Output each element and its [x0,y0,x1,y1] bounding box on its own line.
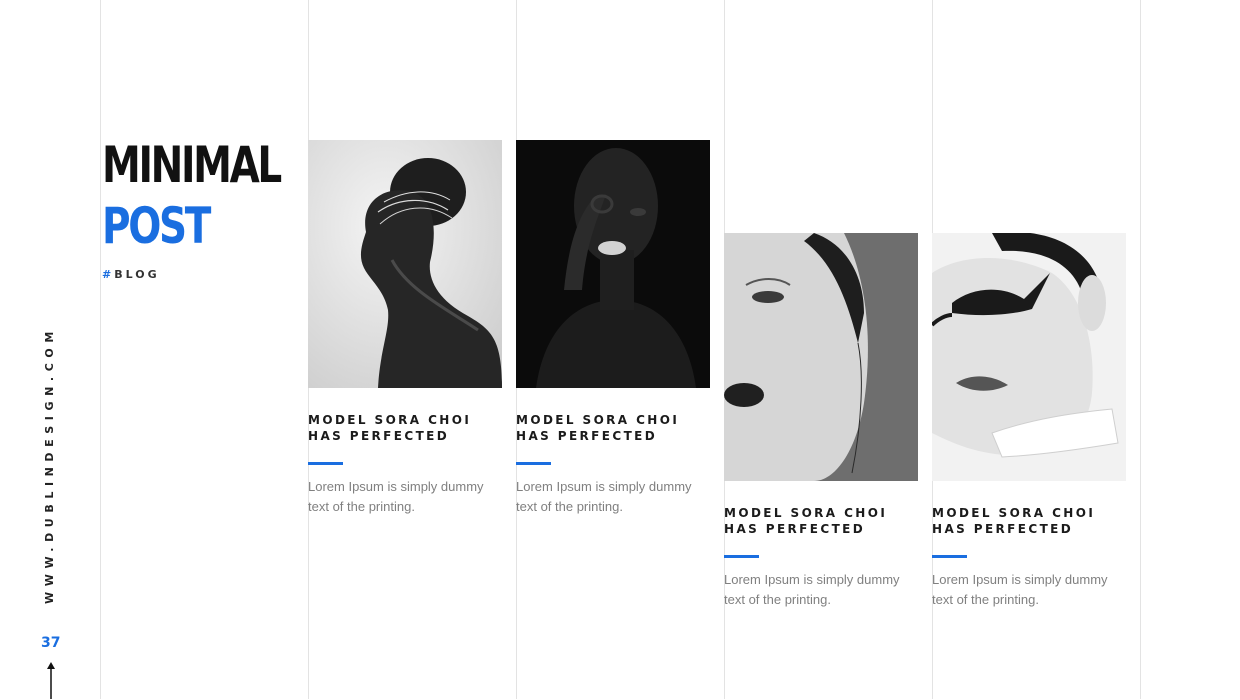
post-excerpt: Lorem Ipsum is simply dummy text of the … [724,572,900,607]
model-closeup-photo[interactable] [724,233,918,481]
post-card[interactable]: MODEL SORA CHOI HAS PERFECTED Lorem Ipsu… [932,233,1126,610]
website-url[interactable]: WWW.DUBLINDESIGN.COM [43,326,56,604]
model-profile-photo[interactable] [308,140,502,388]
post-excerpt: Lorem Ipsum is simply dummy text of the … [516,479,692,514]
post-excerpt: Lorem Ipsum is simply dummy text of the … [932,572,1108,607]
post-excerpt: Lorem Ipsum is simply dummy text of the … [308,479,484,514]
post-title[interactable]: MODEL SORA CHOI HAS PERFECTED [932,505,1126,537]
grid-line [100,0,101,699]
post-card[interactable]: MODEL SORA CHOI HAS PERFECTED Lorem Ipsu… [516,140,710,517]
grid-line [1140,0,1141,699]
accent-rule [516,462,551,465]
post-title[interactable]: MODEL SORA CHOI HAS PERFECTED [516,412,710,444]
post-card[interactable]: MODEL SORA CHOI HAS PERFECTED Lorem Ipsu… [308,140,502,517]
blog-tag[interactable]: #BLOG [102,268,160,281]
model-dark-portrait-photo[interactable] [516,140,710,388]
accent-rule [308,462,343,465]
accent-rule [932,555,967,558]
tag-hash: # [102,268,115,281]
tag-label: BLOG [114,268,160,281]
accent-rule [724,555,759,558]
arrow-up-icon [47,662,55,699]
page-title-line2: POST [102,197,211,255]
page-number: 37 [41,635,61,651]
page-title-line1: MINIMAL [102,136,282,194]
post-title[interactable]: MODEL SORA CHOI HAS PERFECTED [308,412,502,444]
post-card[interactable]: MODEL SORA CHOI HAS PERFECTED Lorem Ipsu… [724,233,918,610]
post-title[interactable]: MODEL SORA CHOI HAS PERFECTED [724,505,918,537]
model-eyeliner-photo[interactable] [932,233,1126,481]
